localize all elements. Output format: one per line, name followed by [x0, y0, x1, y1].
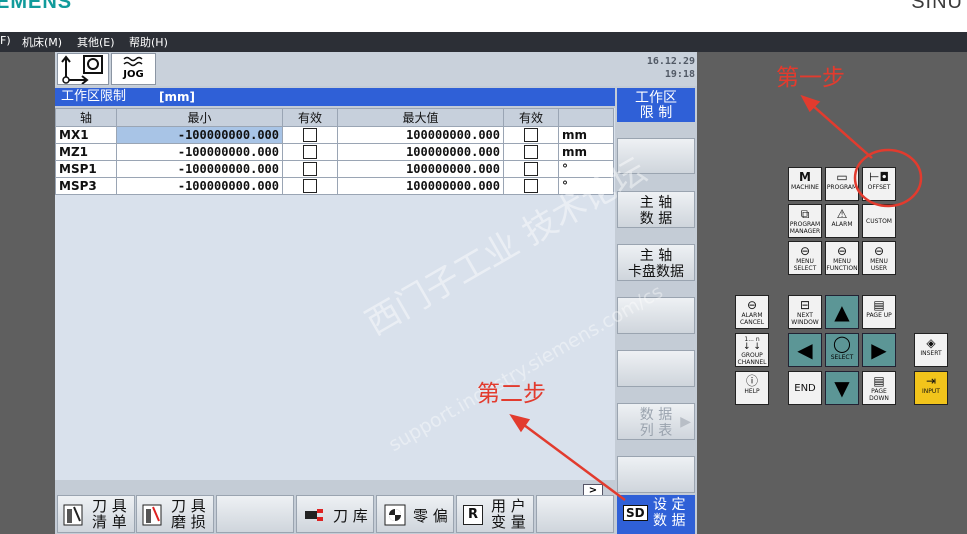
annotation-arrows: [509, 94, 923, 502]
annotation-arrowhead-2: [509, 414, 531, 433]
annotation-circle: [853, 148, 923, 208]
annotation-arrow-2: [519, 420, 626, 502]
